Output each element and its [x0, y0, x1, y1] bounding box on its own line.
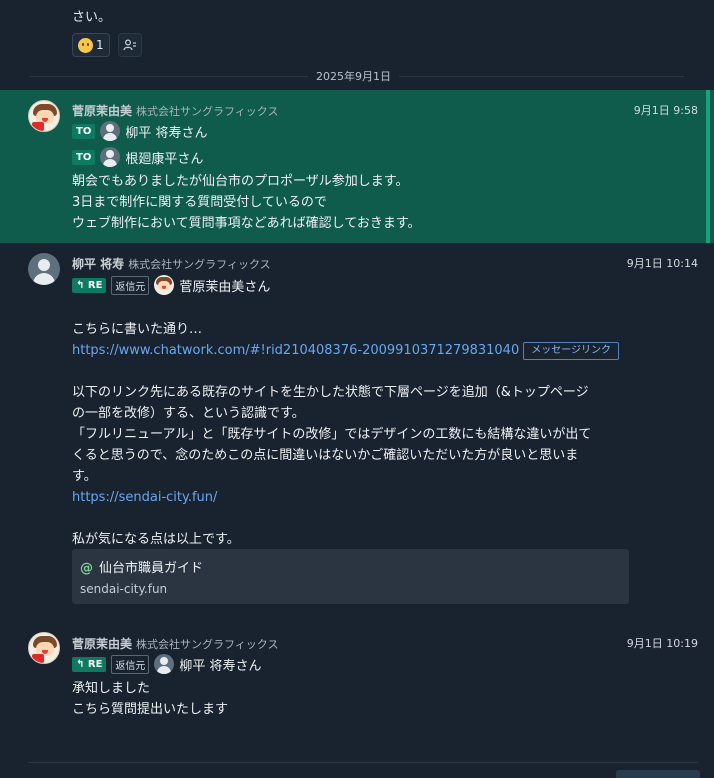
reaction-emoji-button[interactable]: 1: [72, 33, 110, 57]
sender-org: 株式会社サングラフィックス: [136, 638, 279, 651]
message-line: 「フルリニューアル」と「既存サイトの改修」ではデザインの工数にも結構な違いが出て: [72, 427, 592, 442]
message-line: くると思うので、念のためこの点に間違いはないかご確認いただいた方が良いと思いま: [72, 448, 579, 463]
message-line: 私が気になる点は以上です。: [72, 532, 240, 547]
message-time: 9月1日 10:19: [626, 637, 698, 650]
reply-recipient-name: 菅原茉由美さん: [179, 279, 271, 295]
avatar: [154, 275, 175, 295]
at-icon: @: [80, 561, 93, 576]
message-line: こちらに書いた通り…: [72, 322, 203, 337]
reply-arrow-icon: ↰: [76, 658, 85, 670]
message-body: 承知しましたこちら質問提出いたします: [72, 678, 632, 720]
to-line: TO 柳平 将寿さん: [72, 121, 207, 141]
to-line: TO 根廻康平さん: [72, 147, 203, 167]
message-body: 朝会でもありましたが仙台市のプロポーザル参加します。 3日まで制作に関する質問受付…: [72, 171, 632, 234]
sender-name[interactable]: 柳平 将寿 株式会社サングラフィックス: [72, 255, 271, 272]
to-recipient-name: 柳平 将寿さん: [125, 125, 208, 141]
reply-arrow-icon: ↰: [76, 279, 85, 291]
message-line: 朝会でもありましたが仙台市のプロポーザル参加します。: [72, 174, 409, 189]
avatar[interactable]: [28, 632, 60, 664]
previous-message-text: さい。: [72, 10, 112, 25]
message-item[interactable]: 菅原茉由美 株式会社サングラフィックス 9月1日 10:19 ↰ RE 返信元 柳…: [0, 623, 714, 733]
preview-title: @ 仙台市職員ガイド: [80, 557, 203, 576]
reply-tag-text: RE: [87, 279, 103, 291]
avatar: [100, 147, 121, 167]
smile-emoji-icon: [78, 37, 93, 53]
reply-line[interactable]: ↰ RE 返信元 菅原茉由美さん: [72, 275, 270, 295]
to-recipient-name: 根廻康平さん: [125, 151, 204, 167]
date-label: 2025年9月1日: [308, 68, 399, 84]
message-time: 9月1日 10:14: [626, 257, 698, 270]
message-body: こちらに書いた通り… https://www.chatwork.com/#!rid…: [72, 319, 632, 550]
reply-tag-text: RE: [87, 658, 103, 670]
message-line: ウェブ制作において質問事項などあれば確認しておきます。: [72, 216, 421, 231]
readers-button[interactable]: [117, 33, 142, 57]
sender-org: 株式会社サングラフィックス: [128, 258, 271, 271]
reply-recipient-name: 柳平 将寿さん: [179, 658, 262, 674]
avatar: [154, 654, 175, 674]
date-divider: 2025年9月1日: [0, 66, 714, 86]
scroll-to-bottom-button[interactable]: [616, 770, 700, 778]
reply-source-label: 返信元: [111, 654, 150, 674]
sender-name-text: 菅原茉由美: [72, 637, 133, 651]
sender-name[interactable]: 菅原茉由美 株式会社サングラフィックス: [72, 635, 278, 652]
avatar[interactable]: [28, 100, 60, 132]
message-link[interactable]: https://www.chatwork.com/#!rid210408376-…: [72, 343, 519, 358]
avatar[interactable]: [28, 253, 60, 285]
message-line: 3日まで制作に関する質問受付しているので: [72, 195, 327, 210]
site-link[interactable]: https://sendai-city.fun/: [72, 490, 217, 505]
sender-org: 株式会社サングラフィックス: [136, 105, 279, 118]
message-line: 以下のリンク先にある既存のサイトを生かした状態で下層ページを追加（&トップページ: [72, 385, 589, 400]
sender-name-text: 菅原茉由美: [72, 104, 133, 118]
preview-url: sendai-city.fun: [80, 582, 168, 596]
message-item[interactable]: 菅原茉由美 株式会社サングラフィックス 9月1日 9:58 TO 柳平 将寿さん …: [0, 90, 714, 243]
link-preview-card[interactable]: @ 仙台市職員ガイド sendai-city.fun: [72, 549, 629, 604]
avatar: [100, 121, 121, 141]
reply-line[interactable]: ↰ RE 返信元 柳平 将寿さん: [72, 654, 262, 674]
reply-tag: ↰ RE: [72, 277, 107, 293]
composer-divider: [28, 762, 698, 763]
highlight-accent-bar: [706, 90, 710, 243]
people-icon: [123, 39, 136, 51]
preview-title-text: 仙台市職員ガイド: [99, 561, 204, 576]
message-line: 承知しました: [72, 681, 151, 696]
message-link-line: https://www.chatwork.com/#!rid210408376-…: [72, 340, 632, 361]
to-tag: TO: [72, 149, 96, 165]
to-tag: TO: [72, 123, 96, 139]
message-time: 9月1日 9:58: [633, 104, 698, 117]
message-line: こちら質問提出いたします: [72, 702, 229, 717]
message-line: す。: [72, 469, 97, 484]
message-item[interactable]: 柳平 将寿 株式会社サングラフィックス 9月1日 10:14 ↰ RE 返信元 菅…: [0, 244, 714, 620]
message-line: の一部を改修）する、という認識です。: [72, 406, 305, 421]
reply-tag: ↰ RE: [72, 656, 107, 672]
reply-source-label: 返信元: [111, 275, 150, 295]
message-link-badge[interactable]: メッセージリンク: [523, 342, 620, 360]
reaction-bar: 1: [72, 33, 142, 57]
reaction-count: 1: [96, 38, 104, 52]
sender-name-text: 柳平 将寿: [72, 257, 125, 271]
sender-name[interactable]: 菅原茉由美 株式会社サングラフィックス: [72, 102, 278, 119]
